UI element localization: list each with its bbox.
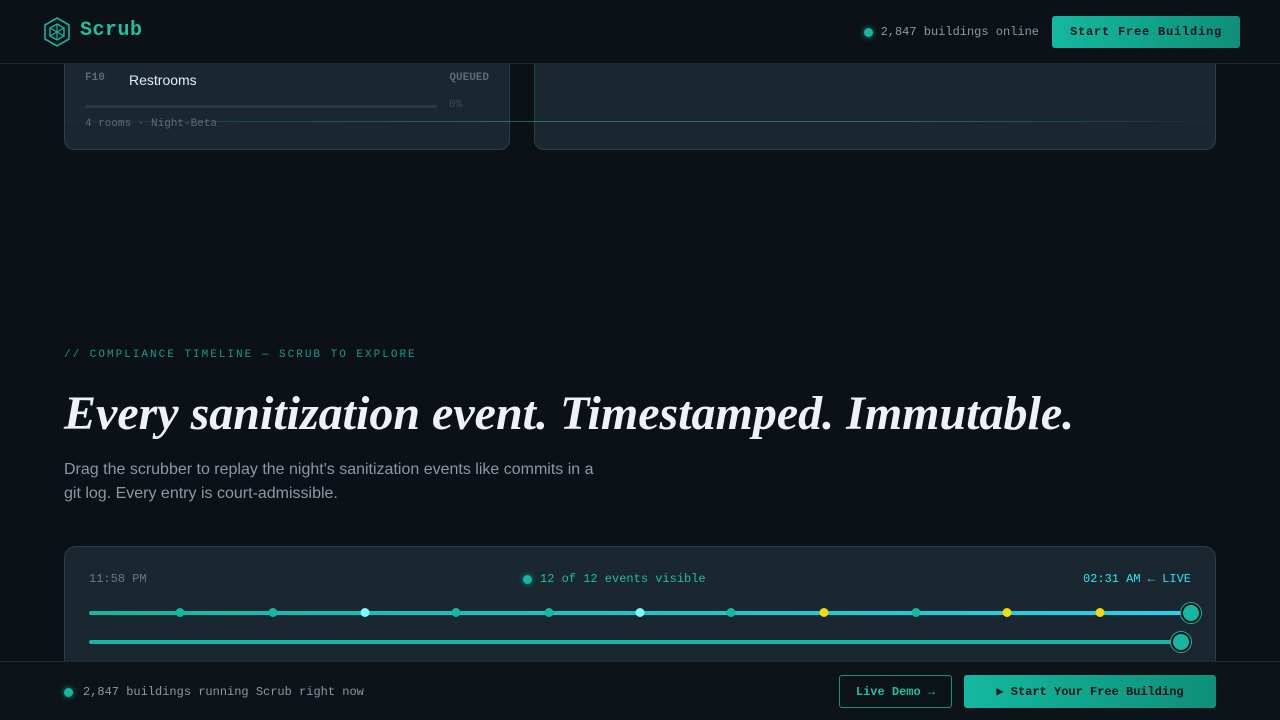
start-your-free-building-button[interactable]: ▶ Start Your Free Building <box>964 675 1216 708</box>
live-demo-button[interactable]: Live Demo → <box>839 675 952 708</box>
task-name: Restrooms <box>129 72 197 88</box>
timeline-scrubber-track[interactable] <box>89 632 1191 652</box>
timeline-event-marker[interactable] <box>268 608 278 617</box>
cube-logo-icon[interactable] <box>44 17 70 47</box>
scrubber-drag-handle[interactable] <box>1171 632 1191 652</box>
top-nav: Scrub 2,847 buildings online Start Free … <box>0 0 1280 64</box>
section-eyebrow: // COMPLIANCE TIMELINE — SCRUB TO EXPLOR… <box>64 349 417 361</box>
status-dot-icon <box>863 27 873 37</box>
task-meta: 4 rooms · Night-Beta <box>85 118 218 130</box>
task-progress-bar <box>85 105 437 108</box>
online-indicator: 2,847 buildings online <box>863 24 1039 40</box>
timeline-start-time: 11:58 PM <box>89 572 147 586</box>
events-visible-count: 12 of 12 events visible <box>540 572 706 586</box>
start-free-building-button[interactable]: Start Free Building <box>1052 16 1240 48</box>
status-dot-icon <box>64 687 73 697</box>
bottom-cta-bar: 2,847 buildings running Scrub right now … <box>0 661 1280 720</box>
task-code: F10 <box>85 72 105 84</box>
timeline-event-marker[interactable] <box>1095 608 1105 617</box>
timeline-event-marker[interactable] <box>819 608 829 617</box>
timeline-track[interactable] <box>89 603 1201 623</box>
task-status-badge: QUEUED <box>449 72 489 84</box>
timeline-live-label[interactable]: 02:31 AM ← LIVE <box>1083 572 1191 586</box>
timeline-scrubber-handle[interactable] <box>1181 603 1201 623</box>
bottom-status: 2,847 buildings running Scrub right now <box>64 685 364 699</box>
timeline-event-marker[interactable] <box>360 608 369 617</box>
timeline-event-marker[interactable] <box>911 608 920 617</box>
status-dot-icon <box>523 574 532 584</box>
brand-name[interactable]: Scrub <box>80 19 143 42</box>
section-description: Drag the scrubber to replay the night's … <box>64 461 594 502</box>
bottom-status-text: 2,847 buildings running Scrub right now <box>83 685 364 699</box>
timeline-event-marker[interactable] <box>451 608 461 617</box>
timeline-event-marker[interactable] <box>544 608 554 617</box>
timeline-event-marker[interactable] <box>1002 608 1012 617</box>
timeline-event-marker[interactable] <box>635 608 645 617</box>
events-visible-indicator: 12 of 12 events visible <box>523 572 706 586</box>
section-headline: Every sanitization event. Timestamped. I… <box>64 387 1075 440</box>
online-count: 2,847 buildings online <box>880 25 1039 39</box>
scan-line <box>64 121 1234 122</box>
task-progress-label: 0% <box>449 99 463 111</box>
timeline-event-marker[interactable] <box>726 608 736 617</box>
timeline-event-marker[interactable] <box>175 608 185 617</box>
